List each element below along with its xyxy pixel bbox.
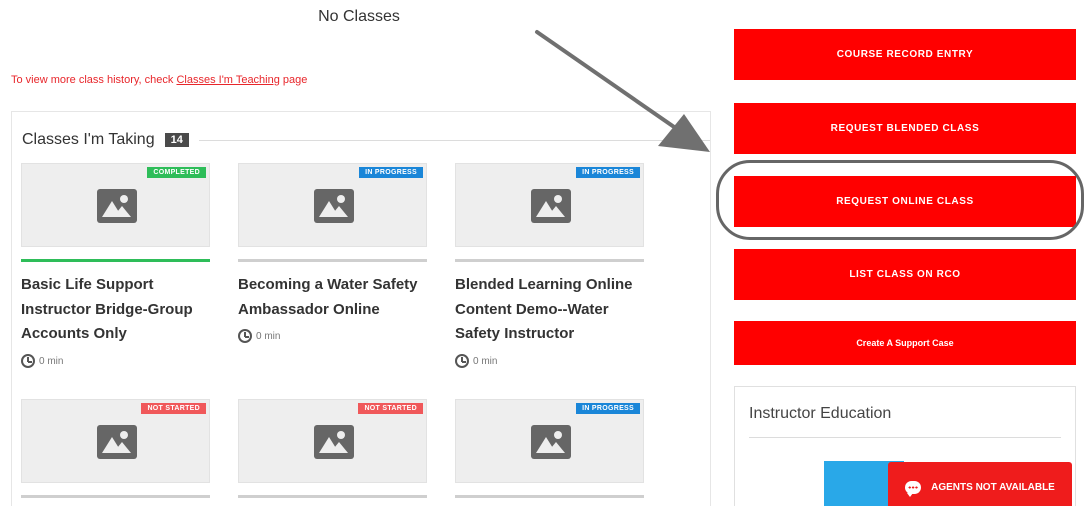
clock-icon xyxy=(21,354,35,368)
no-classes-text: No Classes xyxy=(318,8,400,25)
class-duration: 0 min xyxy=(455,354,497,368)
class-title[interactable]: Becoming a Water Safety Ambassador Onlin… xyxy=(238,273,438,322)
request-blended-class-button[interactable]: REQUEST BLENDED CLASS xyxy=(734,103,1076,154)
panel-divider xyxy=(749,437,1061,438)
class-card[interactable]: NOT STARTED xyxy=(21,399,210,506)
clock-icon xyxy=(238,329,252,343)
image-placeholder-icon xyxy=(314,189,354,223)
class-card[interactable]: IN PROGRESS xyxy=(455,399,644,506)
class-thumbnail[interactable]: NOT STARTED xyxy=(238,399,427,483)
class-history-note: To view more class history, check Classe… xyxy=(11,74,307,86)
create-support-case-button[interactable]: Create A Support Case xyxy=(734,321,1076,365)
header-divider xyxy=(198,139,710,141)
class-duration: 0 min xyxy=(21,354,63,368)
history-note-suffix: page xyxy=(279,74,308,86)
course-record-entry-button[interactable]: COURSE RECORD ENTRY xyxy=(734,29,1076,80)
instructor-education-title: Instructor Education xyxy=(749,405,892,422)
status-badge: IN PROGRESS xyxy=(576,403,640,414)
progress-bar xyxy=(21,495,210,498)
progress-bar xyxy=(455,259,644,262)
class-thumbnail[interactable]: IN PROGRESS xyxy=(455,399,644,483)
history-note-prefix: To view more class history, check xyxy=(11,74,177,86)
status-badge: COMPLETED xyxy=(147,167,206,178)
list-class-on-rco-button[interactable]: LIST CLASS ON RCO xyxy=(734,249,1076,300)
status-badge: NOT STARTED xyxy=(358,403,423,414)
image-placeholder-icon xyxy=(97,425,137,459)
chat-agents-button[interactable]: AGENTS NOT AVAILABLE xyxy=(888,462,1072,506)
class-card[interactable]: IN PROGRESS Becoming a Water Safety Amba… xyxy=(238,163,427,383)
chat-bubble-icon xyxy=(905,481,922,497)
chat-status-label: AGENTS NOT AVAILABLE xyxy=(931,482,1055,493)
progress-bar xyxy=(455,495,644,498)
class-duration: 0 min xyxy=(238,329,280,343)
classes-taking-title: Classes I'm Taking xyxy=(22,131,155,148)
image-placeholder-icon xyxy=(97,189,137,223)
duration-text: 0 min xyxy=(39,355,64,367)
classes-teaching-link[interactable]: Classes I'm Teaching xyxy=(176,74,279,86)
image-placeholder-icon xyxy=(531,425,571,459)
progress-bar xyxy=(238,495,427,498)
duration-text: 0 min xyxy=(256,330,281,342)
class-card[interactable]: IN PROGRESS Blended Learning Online Cont… xyxy=(455,163,644,383)
progress-bar xyxy=(238,259,427,262)
status-badge: IN PROGRESS xyxy=(576,167,640,178)
class-thumbnail[interactable]: COMPLETED xyxy=(21,163,210,247)
progress-bar xyxy=(21,259,210,262)
class-thumbnail[interactable]: IN PROGRESS xyxy=(455,163,644,247)
highlight-ring-annotation xyxy=(716,160,1084,240)
clock-icon xyxy=(455,354,469,368)
class-thumbnail[interactable]: NOT STARTED xyxy=(21,399,210,483)
status-badge: IN PROGRESS xyxy=(359,167,423,178)
classes-count-badge: 14 xyxy=(164,133,189,147)
image-placeholder-icon xyxy=(531,189,571,223)
class-title[interactable]: Basic Life Support Instructor Bridge-Gro… xyxy=(21,273,221,347)
classes-taking-header: Classes I'm Taking 14 xyxy=(22,128,710,152)
duration-text: 0 min xyxy=(473,355,498,367)
class-title[interactable]: Blended Learning Online Content Demo--Wa… xyxy=(455,273,655,347)
status-badge: NOT STARTED xyxy=(141,403,206,414)
class-thumbnail[interactable]: IN PROGRESS xyxy=(238,163,427,247)
image-placeholder-icon xyxy=(314,425,354,459)
class-card[interactable]: NOT STARTED xyxy=(238,399,427,506)
class-card[interactable]: COMPLETED Basic Life Support Instructor … xyxy=(21,163,210,383)
